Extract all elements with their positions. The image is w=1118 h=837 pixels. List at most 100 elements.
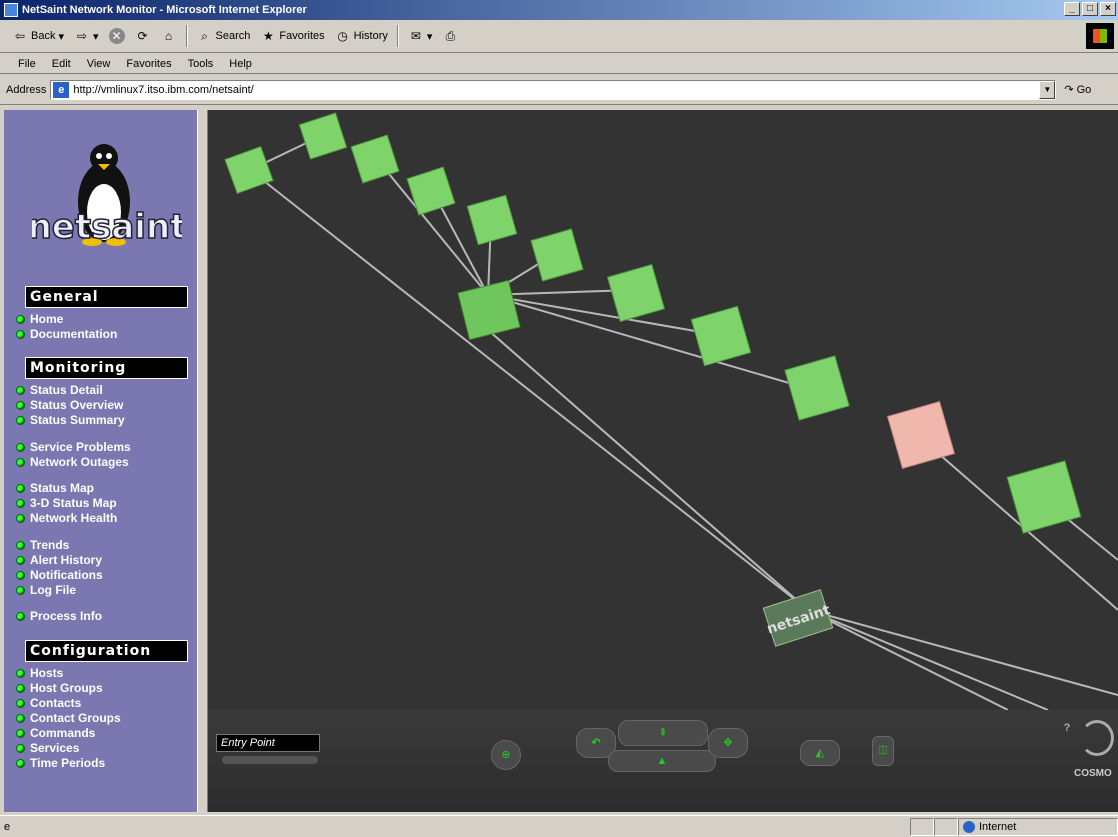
network-map[interactable]: netsaint — [208, 110, 1118, 710]
help-icon[interactable]: ? — [1056, 722, 1078, 742]
standard-toolbar: ⇦ Back ▾ ⇨ ▾ ✕ ⟳ ⌂ ⌕ Search ★ Favorites … — [0, 20, 1118, 53]
nav-process-info[interactable]: Process Info — [16, 609, 102, 624]
bullet-icon — [16, 586, 25, 595]
history-button[interactable]: ◷ History — [331, 24, 392, 48]
print-button[interactable]: ⎙ — [438, 24, 462, 48]
menu-edit[interactable]: Edit — [44, 58, 79, 70]
bullet-icon — [16, 443, 25, 452]
nav-status-map[interactable]: Status Map — [16, 481, 94, 496]
host-cube[interactable] — [298, 112, 348, 160]
nav-hosts[interactable]: Hosts — [16, 666, 63, 681]
cosmo-logo-icon — [1080, 720, 1114, 756]
bullet-icon — [16, 684, 25, 693]
back-button[interactable]: ⇦ Back ▾ — [8, 24, 68, 48]
viewpoint-selector[interactable]: Entry Point — [216, 734, 320, 752]
nav-service-problems[interactable]: Service Problems — [16, 440, 131, 455]
refresh-button[interactable]: ⟳ — [131, 24, 155, 48]
search-button[interactable]: ⌕ Search — [193, 24, 255, 48]
nav-alert-history[interactable]: Alert History — [16, 553, 102, 568]
netsaint-root-node[interactable]: netsaint — [762, 589, 834, 647]
stop-button[interactable]: ✕ — [105, 24, 129, 48]
nav-services[interactable]: Services — [16, 741, 79, 756]
globe-icon — [963, 820, 975, 833]
forward-button[interactable]: ⇨ ▾ — [70, 24, 103, 48]
walk-button[interactable]: ⇞ — [618, 720, 708, 746]
zone-label: Internet — [979, 820, 1017, 833]
bullet-icon — [16, 386, 25, 395]
frame-splitter[interactable] — [197, 110, 208, 812]
chevron-down-icon[interactable]: ▾ — [427, 30, 433, 43]
nav-network-health[interactable]: Network Health — [16, 511, 117, 526]
nav-home[interactable]: Home — [16, 312, 63, 327]
minimize-button[interactable]: _ — [1064, 2, 1080, 16]
host-cube[interactable] — [224, 145, 274, 195]
bullet-icon — [16, 401, 25, 410]
nav-contacts[interactable]: Contacts — [16, 696, 81, 711]
search-label: Search — [215, 30, 251, 42]
windows-logo-icon — [1086, 23, 1114, 49]
view-mode-button[interactable]: ◭ — [800, 740, 840, 766]
bullet-icon — [16, 514, 25, 523]
bullet-icon — [16, 541, 25, 550]
window-title: NetSaint Network Monitor - Microsoft Int… — [22, 4, 307, 16]
favorites-icon: ★ — [263, 29, 274, 43]
maximize-button[interactable]: □ — [1082, 2, 1098, 16]
close-button[interactable]: × — [1100, 2, 1116, 16]
nav-notifications[interactable]: Notifications — [16, 568, 103, 583]
menu-view[interactable]: View — [79, 58, 119, 70]
host-cube[interactable] — [406, 166, 456, 216]
nav-trends[interactable]: Trends — [16, 538, 69, 553]
menu-tools[interactable]: Tools — [180, 58, 222, 70]
seek-button[interactable]: ⊕ — [491, 740, 521, 770]
chevron-down-icon[interactable]: ▾ — [58, 30, 64, 43]
nav-host-groups[interactable]: Host Groups — [16, 681, 103, 696]
zone-pane: Internet — [958, 817, 1118, 836]
address-label: Address — [6, 83, 47, 96]
bullet-icon — [16, 484, 25, 493]
address-input[interactable]: e http://vmlinux7.itso.ibm.com/netsaint/… — [50, 79, 1057, 100]
bullet-icon — [16, 330, 25, 339]
status-pane — [910, 817, 934, 836]
page-icon: e — [4, 820, 11, 833]
title-bar: NetSaint Network Monitor - Microsoft Int… — [0, 0, 1118, 20]
menu-help[interactable]: Help — [221, 58, 260, 70]
home-button[interactable]: ⌂ — [157, 24, 181, 48]
toolbar-separator — [396, 25, 399, 47]
nav-documentation[interactable]: Documentation — [16, 327, 117, 342]
mail-button[interactable]: ✉ ▾ — [404, 24, 437, 48]
host-cube[interactable] — [530, 228, 584, 282]
page-icon: e — [53, 81, 70, 98]
favorites-button[interactable]: ★ Favorites — [256, 24, 328, 48]
nav-3d-status-map[interactable]: 3-D Status Map — [16, 496, 117, 511]
pan-button[interactable]: ✥ — [708, 728, 748, 758]
nav-status-detail[interactable]: Status Detail — [16, 383, 103, 398]
3d-status-map-viewer[interactable]: netsaint — [208, 110, 1118, 710]
nav-contact-groups[interactable]: Contact Groups — [16, 711, 121, 726]
host-cube[interactable] — [466, 194, 518, 246]
nav-network-outages[interactable]: Network Outages — [16, 455, 129, 470]
nav-status-summary[interactable]: Status Summary — [16, 413, 125, 428]
toolbar-separator — [185, 25, 188, 47]
bullet-icon — [16, 744, 25, 753]
nav-time-periods[interactable]: Time Periods — [16, 756, 105, 771]
menu-file[interactable]: File — [10, 58, 44, 70]
host-cube[interactable] — [457, 279, 521, 341]
go-arrow-icon: ↷ — [1064, 84, 1074, 96]
chevron-down-icon[interactable]: ▾ — [93, 30, 99, 43]
go-button[interactable]: ↷ Go — [1064, 83, 1091, 97]
host-cube[interactable] — [784, 355, 850, 421]
straighten-button[interactable]: ⎅ — [872, 736, 894, 766]
chevron-down-icon[interactable]: ▼ — [1039, 80, 1056, 99]
home-icon: ⌂ — [164, 29, 173, 43]
nav-commands[interactable]: Commands — [16, 726, 95, 741]
bullet-icon — [16, 571, 25, 580]
nav-status-overview[interactable]: Status Overview — [16, 398, 123, 413]
mail-icon: ✉ — [410, 29, 421, 43]
host-cube[interactable] — [606, 263, 666, 323]
menu-favorites[interactable]: Favorites — [118, 58, 179, 70]
viewpoint-slider[interactable] — [222, 756, 318, 764]
tilt-button[interactable]: ▲ — [608, 750, 716, 772]
bullet-icon — [16, 416, 25, 425]
section-configuration: Configuration — [25, 640, 188, 662]
nav-log-file[interactable]: Log File — [16, 583, 76, 598]
